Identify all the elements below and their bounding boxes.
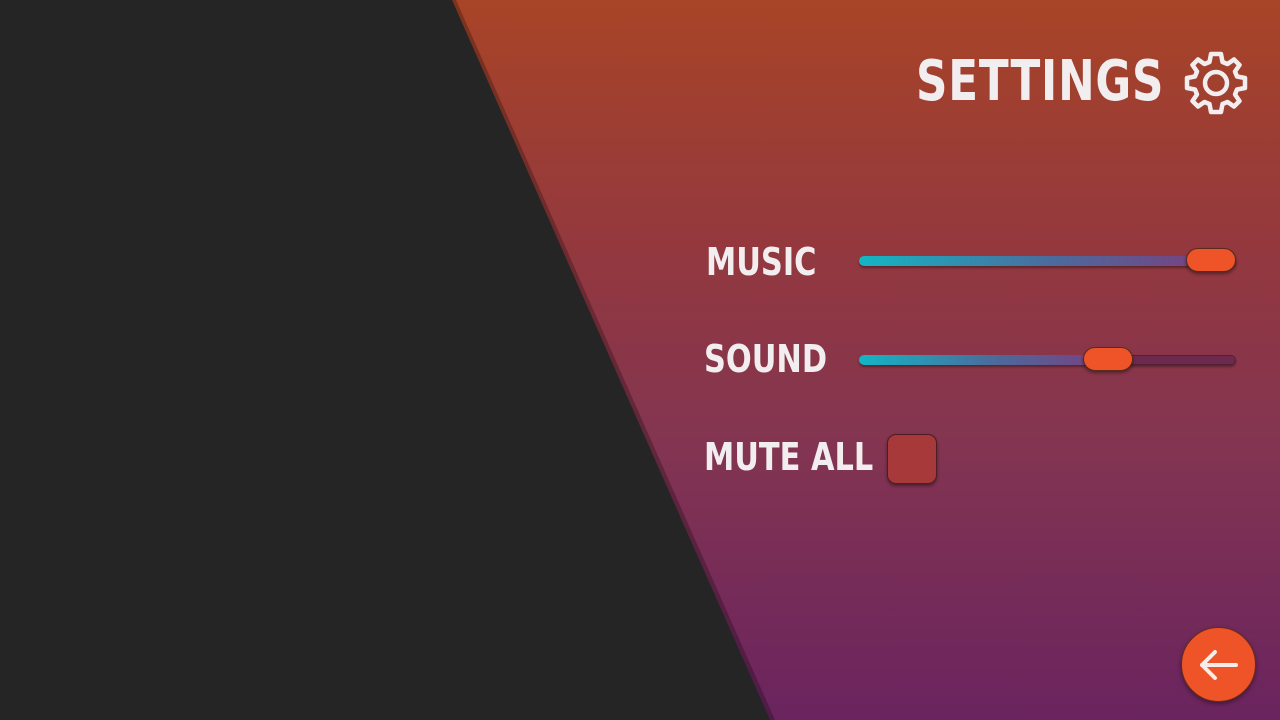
music-label: MUSIC: [706, 240, 817, 284]
sound-slider-thumb[interactable]: [1082, 347, 1133, 371]
mute-all-label: MUTE ALL: [704, 435, 874, 479]
mute-all-checkbox[interactable]: [887, 434, 937, 484]
page-title: SETTINGS: [915, 49, 1164, 114]
music-slider-thumb[interactable]: [1186, 248, 1236, 272]
sound-slider-fill: [859, 355, 1108, 365]
music-slider[interactable]: [859, 248, 1236, 272]
music-slider-fill: [859, 256, 1214, 266]
sound-label: SOUND: [704, 337, 828, 381]
back-button[interactable]: [1181, 627, 1256, 702]
sound-slider[interactable]: [859, 347, 1236, 371]
arrow-left-icon: [1200, 650, 1238, 680]
gear-icon: [1183, 50, 1249, 116]
